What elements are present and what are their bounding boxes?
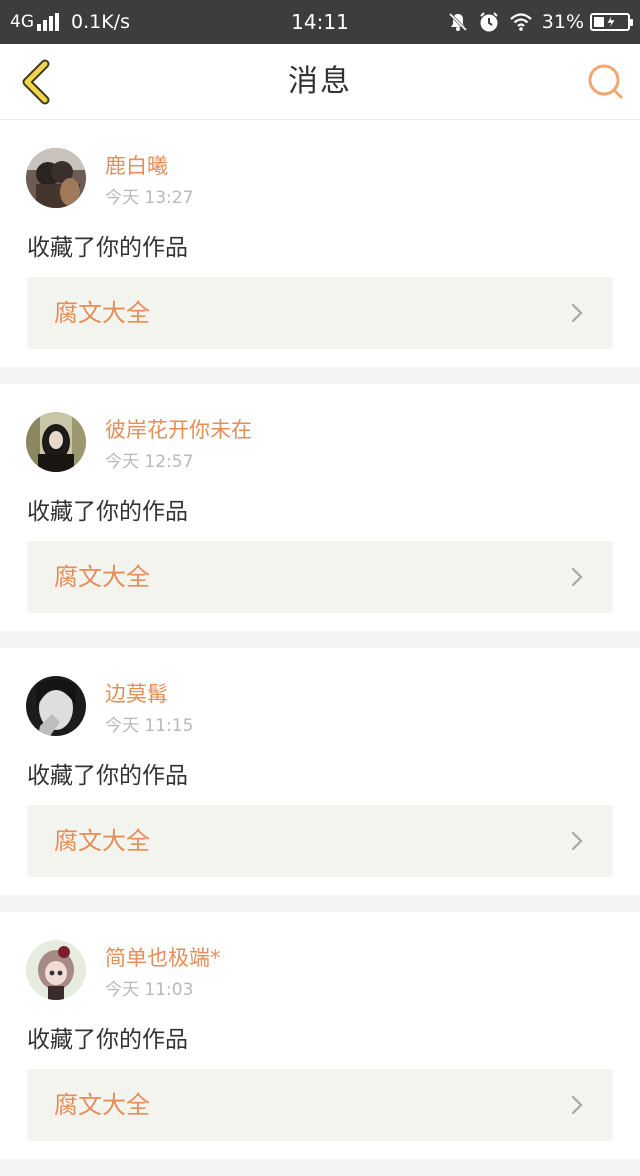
avatar[interactable] (26, 940, 86, 1000)
page-title: 消息 (288, 64, 352, 99)
status-bar: 4G 0.1K/s 14:11 31% (0, 0, 640, 44)
message-time: 今天 12:57 (105, 452, 194, 472)
message-time: 今天 11:03 (105, 980, 194, 1000)
work-title: 腐文大全 (54, 563, 150, 591)
work-title: 腐文大全 (54, 827, 150, 855)
battery-percent: 31% (541, 11, 584, 33)
alarm-icon (478, 11, 500, 33)
battery-level (594, 17, 604, 27)
message-action: 收藏了你的作品 (27, 763, 188, 789)
message-card: 边莫髯 今天 11:15 收藏了你的作品 腐文大全 (0, 648, 640, 895)
search-button[interactable] (586, 62, 626, 102)
message-card: 简单也极端* 今天 11:03 收藏了你的作品 腐文大全 (0, 912, 640, 1159)
work-link[interactable]: 腐文大全 (27, 1069, 613, 1141)
message-time: 今天 13:27 (105, 188, 194, 208)
message-action: 收藏了你的作品 (27, 499, 188, 525)
user-name[interactable]: 简单也极端* (105, 942, 221, 972)
chevron-right-icon (571, 303, 583, 323)
message-action: 收藏了你的作品 (27, 235, 188, 261)
message-list: 鹿白曦 今天 13:27 收藏了你的作品 腐文大全 彼岸花开你未在 今天 12:… (0, 120, 640, 1176)
battery-icon (590, 13, 633, 31)
avatar[interactable] (26, 412, 86, 472)
message-time: 今天 11:15 (105, 716, 194, 736)
chevron-right-icon (571, 567, 583, 587)
work-link[interactable]: 腐文大全 (27, 805, 613, 877)
message-action: 收藏了你的作品 (27, 1027, 188, 1053)
user-name[interactable]: 彼岸花开你未在 (105, 414, 252, 444)
chevron-right-icon (571, 1095, 583, 1115)
nav-header: 消息 (0, 44, 640, 120)
user-name[interactable]: 边莫髯 (105, 678, 168, 708)
avatar[interactable] (26, 148, 86, 208)
user-name[interactable]: 鹿白曦 (105, 150, 168, 180)
mute-icon (448, 12, 468, 32)
work-link[interactable]: 腐文大全 (27, 541, 613, 613)
wifi-icon (510, 13, 532, 31)
message-card: 彼岸花开你未在 今天 12:57 收藏了你的作品 腐文大全 (0, 384, 640, 631)
work-title: 腐文大全 (54, 1091, 150, 1119)
status-right: 31% (438, 0, 633, 44)
message-card: 鹿白曦 今天 13:27 收藏了你的作品 腐文大全 (0, 120, 640, 367)
work-title: 腐文大全 (54, 299, 150, 327)
chevron-right-icon (571, 831, 583, 851)
avatar[interactable] (26, 676, 86, 736)
search-icon (588, 64, 623, 99)
work-link[interactable]: 腐文大全 (27, 277, 613, 349)
